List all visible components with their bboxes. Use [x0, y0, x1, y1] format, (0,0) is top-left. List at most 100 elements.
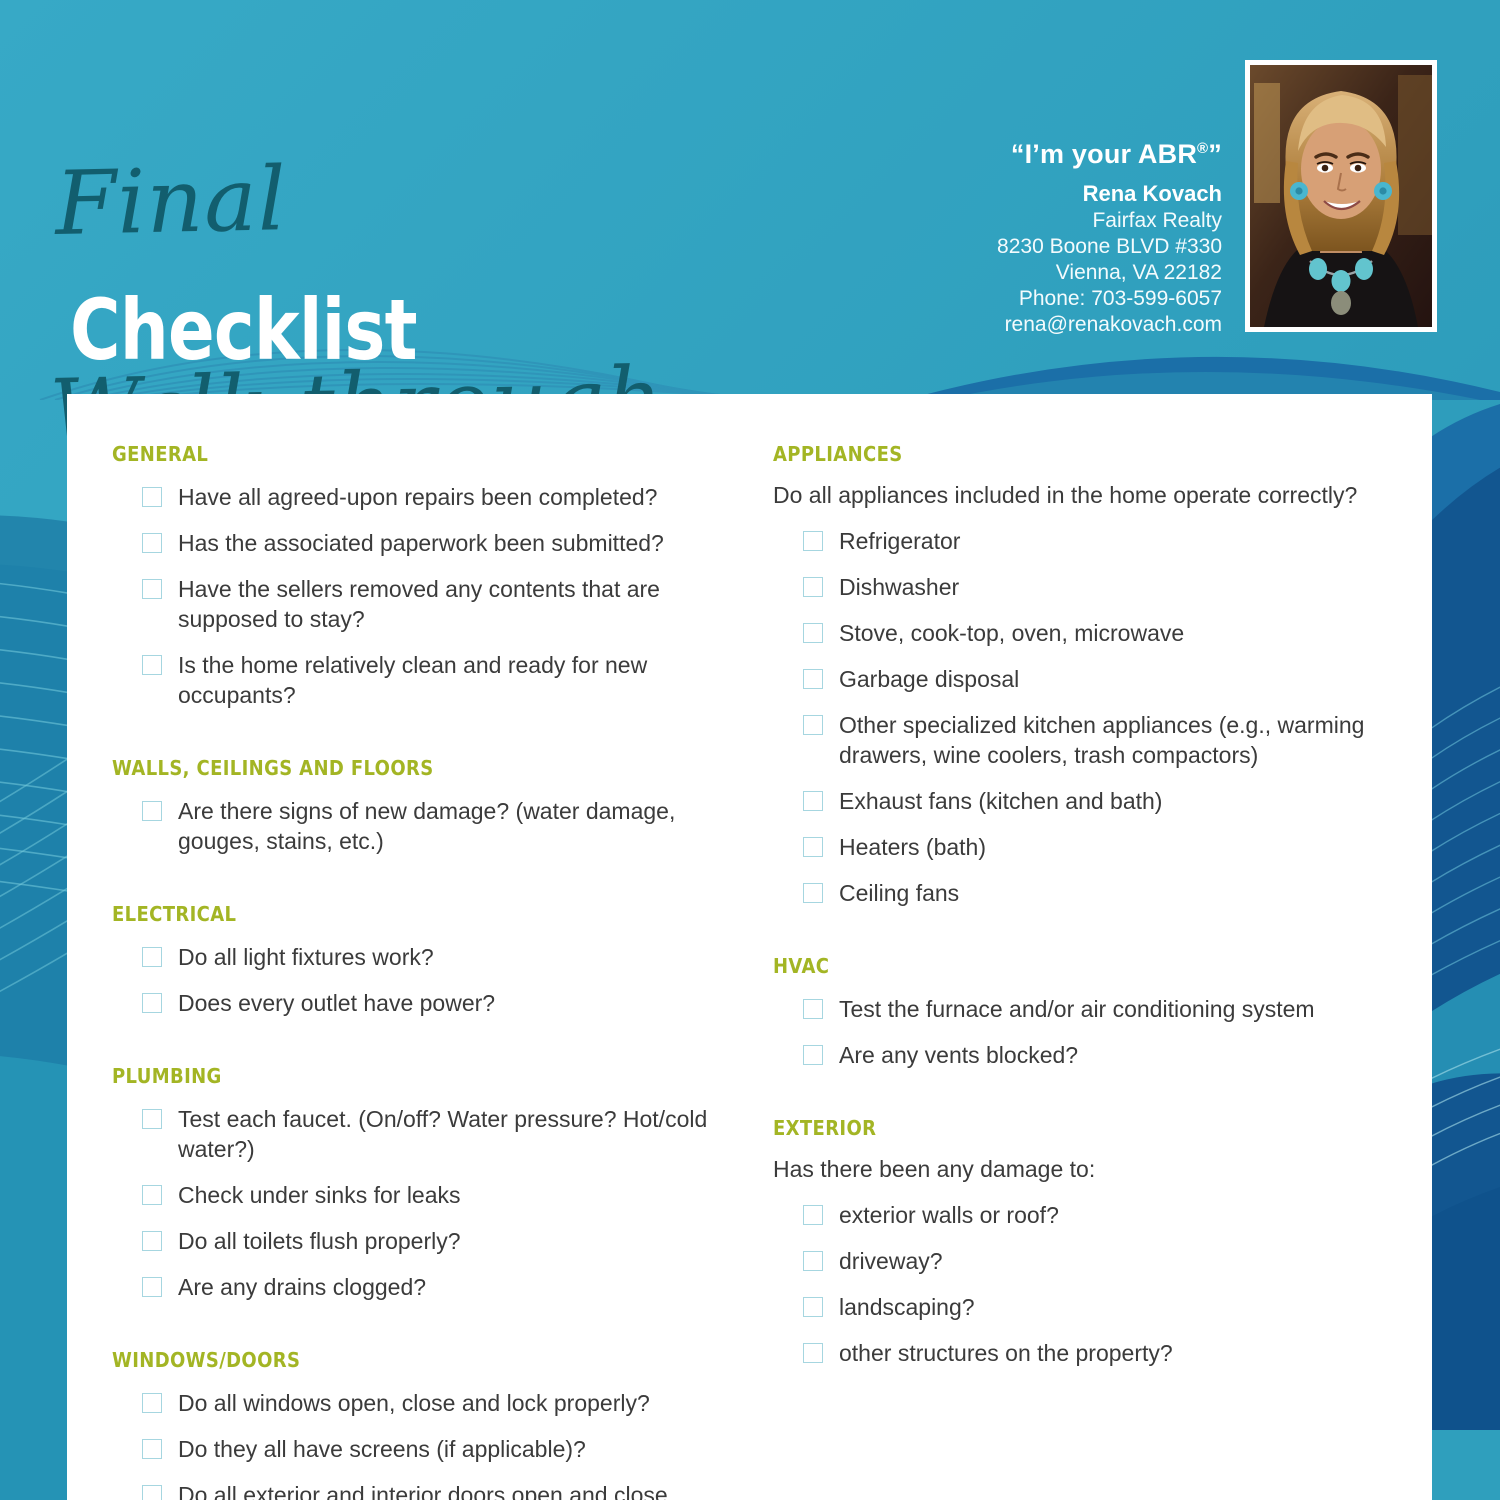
checklist-item-label: Do all light fixtures work? — [178, 944, 434, 970]
section-heading: HVAC — [773, 954, 830, 978]
checklist-section: WINDOWS/DOORS Do all windows open, close … — [112, 1348, 712, 1500]
checklist-columns: GENERAL Have all agreed-upon repairs been… — [67, 394, 1432, 1500]
checkbox-icon[interactable] — [803, 791, 823, 811]
checklist-item-label: Heaters (bath) — [839, 834, 987, 860]
checklist-item-label: exterior walls or roof? — [839, 1202, 1059, 1228]
agent-address-line-1: 8230 Boone BLVD #330 — [997, 235, 1222, 258]
checklist-item[interactable]: Heaters (bath) — [773, 832, 1393, 862]
checkbox-icon[interactable] — [142, 487, 162, 507]
checklist-item[interactable]: Do all exterior and interior doors open … — [112, 1480, 712, 1500]
checkbox-icon[interactable] — [142, 1185, 162, 1205]
checklist-item-label: Has the associated paperwork been submit… — [178, 530, 664, 556]
checkbox-icon[interactable] — [142, 1231, 162, 1251]
checklist-item[interactable]: Are there signs of new damage? (water da… — [112, 796, 712, 856]
agent-phone: Phone: 703-599-6057 — [1018, 287, 1222, 310]
checklist-right-column: APPLIANCES Do all appliances included in … — [773, 394, 1393, 1368]
checklist-item[interactable]: Garbage disposal — [773, 664, 1393, 694]
checkbox-icon[interactable] — [803, 1343, 823, 1363]
checklist-item[interactable]: Exhaust fans (kitchen and bath) — [773, 786, 1393, 816]
checklist-item-label: Do all exterior and interior doors open … — [178, 1482, 668, 1500]
checklist-item-label: Test each faucet. (On/off? Water pressur… — [178, 1106, 708, 1162]
checklist-item[interactable]: Do they all have screens (if applicable)… — [112, 1434, 712, 1464]
checklist-item[interactable]: Are any drains clogged? — [112, 1272, 712, 1302]
checklist-item[interactable]: Stove, cook-top, oven, microwave — [773, 618, 1393, 648]
checkbox-icon[interactable] — [142, 1277, 162, 1297]
checklist-item[interactable]: Dishwasher — [773, 572, 1393, 602]
checkbox-icon[interactable] — [142, 993, 162, 1013]
checklist-item[interactable]: Does every outlet have power? — [112, 988, 712, 1018]
section-heading: GENERAL — [112, 442, 209, 466]
checklist-items: Refrigerator Dishwasher Stove, cook-top, o… — [773, 526, 1393, 908]
checkbox-icon[interactable] — [803, 1205, 823, 1225]
section-heading: EXTERIOR — [773, 1116, 877, 1140]
checklist-items: Test each faucet. (On/off? Water pressur… — [112, 1104, 712, 1302]
agent-tagline: “I’m your ABR®” — [802, 132, 1222, 171]
checklist-section: PLUMBING Test each faucet. (On/off? Water… — [112, 1064, 712, 1302]
checklist-item[interactable]: Have all agreed-upon repairs been comple… — [112, 482, 712, 512]
checklist-section: WALLS, CEILINGS AND FLOORS Are there sign… — [112, 756, 712, 856]
checkbox-icon[interactable] — [803, 883, 823, 903]
checklist-item[interactable]: Do all light fixtures work? — [112, 942, 712, 972]
checkbox-icon[interactable] — [803, 999, 823, 1019]
checklist-item[interactable]: Do all windows open, close and lock prop… — [112, 1388, 712, 1418]
checkbox-icon[interactable] — [142, 579, 162, 599]
checkbox-icon[interactable] — [803, 1251, 823, 1271]
page-header: Final Walk-through Checklist “I’m your A… — [0, 0, 1500, 463]
checklist-item[interactable]: Refrigerator — [773, 526, 1393, 556]
checklist-item[interactable]: Have the sellers removed any contents th… — [112, 574, 712, 634]
checklist-item[interactable]: Other specialized kitchen appliances (e.… — [773, 710, 1393, 770]
checkbox-icon[interactable] — [142, 533, 162, 553]
checkbox-icon[interactable] — [142, 801, 162, 821]
checklist-item[interactable]: Ceiling fans — [773, 878, 1393, 908]
checklist-item[interactable]: Has the associated paperwork been submit… — [112, 528, 712, 558]
checkbox-icon[interactable] — [142, 1393, 162, 1413]
agent-photo-frame — [1245, 60, 1437, 332]
checklist-item[interactable]: driveway? — [773, 1246, 1393, 1276]
checklist-item-label: Stove, cook-top, oven, microwave — [839, 620, 1185, 646]
agent-portrait-illustration — [1250, 65, 1432, 327]
checkbox-icon[interactable] — [803, 715, 823, 735]
section-heading: ELECTRICAL — [112, 902, 237, 926]
checkbox-icon[interactable] — [803, 837, 823, 857]
checklist-item[interactable]: Do all toilets flush properly? — [112, 1226, 712, 1256]
checklist-item[interactable]: Test the furnace and/or air conditioning… — [773, 994, 1393, 1024]
checklist-item[interactable]: Is the home relatively clean and ready f… — [112, 650, 712, 710]
checklist-item[interactable]: exterior walls or roof? — [773, 1200, 1393, 1230]
checklist-item[interactable]: Check under sinks for leaks — [112, 1180, 712, 1210]
checkbox-icon[interactable] — [803, 623, 823, 643]
checkbox-icon[interactable] — [142, 1109, 162, 1129]
checkbox-icon[interactable] — [803, 669, 823, 689]
checklist-item-label: Does every outlet have power? — [178, 990, 496, 1016]
section-heading: PLUMBING — [112, 1064, 222, 1088]
section-heading: WINDOWS/DOORS — [112, 1348, 301, 1372]
checklist-item-label: Dishwasher — [839, 574, 960, 600]
checklist-items: Test the furnace and/or air conditioning… — [773, 994, 1393, 1070]
checkbox-icon[interactable] — [803, 531, 823, 551]
agent-photo — [1250, 65, 1432, 327]
checkbox-icon[interactable] — [803, 577, 823, 597]
checklist-item-label: driveway? — [839, 1248, 943, 1274]
checklist-item-label: Refrigerator — [839, 528, 961, 554]
checkbox-icon[interactable] — [142, 655, 162, 675]
checklist-item-label: Are there signs of new damage? (water da… — [178, 798, 676, 854]
checklist-item-label: Do all toilets flush properly? — [178, 1228, 461, 1254]
checklist-item[interactable]: other structures on the property? — [773, 1338, 1393, 1368]
checkbox-icon[interactable] — [803, 1045, 823, 1065]
checklist-items: exterior walls or roof? driveway? landscap… — [773, 1200, 1393, 1368]
checklist-item[interactable]: Test each faucet. (On/off? Water pressur… — [112, 1104, 712, 1164]
checkbox-icon[interactable] — [803, 1297, 823, 1317]
checkbox-icon[interactable] — [142, 1439, 162, 1459]
checklist-items: Do all light fixtures work? Does every ou… — [112, 942, 712, 1018]
checklist-items: Do all windows open, close and lock prop… — [112, 1388, 712, 1500]
checklist-item[interactable]: landscaping? — [773, 1292, 1393, 1322]
checklist-section: HVAC Test the furnace and/or air conditio… — [773, 954, 1393, 1070]
agent-contact-block: “I’m your ABR®” Rena Kovach Fairfax Real… — [802, 132, 1222, 338]
checklist-item-label: Are any drains clogged? — [178, 1274, 427, 1300]
checkbox-icon[interactable] — [142, 1485, 162, 1500]
checkbox-icon[interactable] — [142, 947, 162, 967]
checklist-item-label: Are any vents blocked? — [839, 1042, 1079, 1068]
checklist-item[interactable]: Are any vents blocked? — [773, 1040, 1393, 1070]
